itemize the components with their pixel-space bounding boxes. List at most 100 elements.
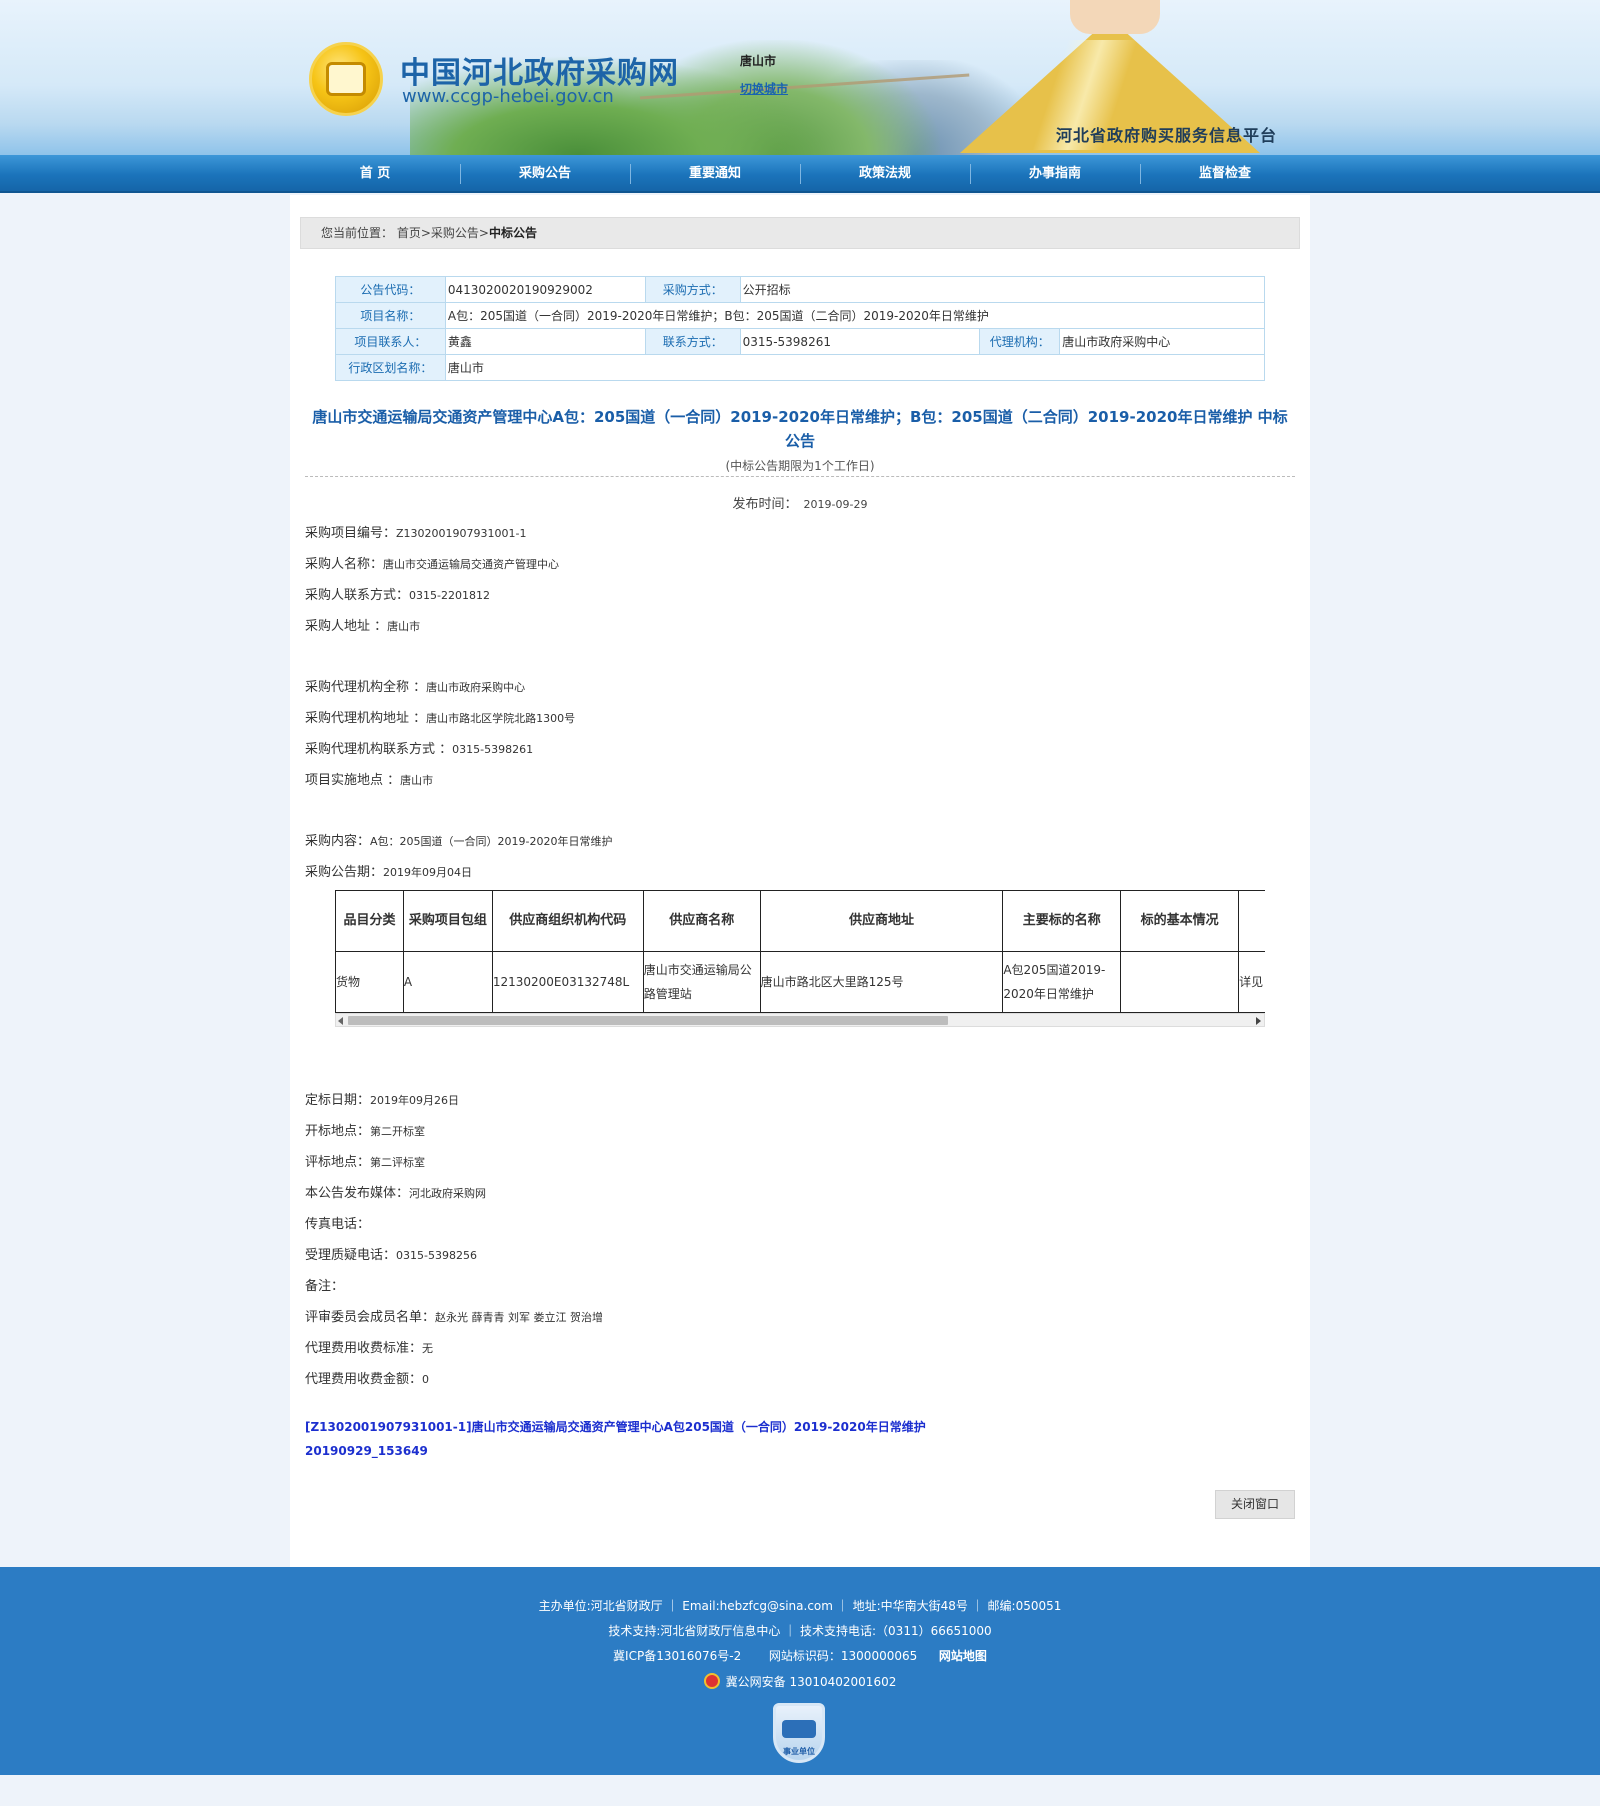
meta-contact: 黄鑫 (444, 328, 646, 355)
field-row: 采购公告期：2019年09月04日 (305, 857, 1295, 888)
field-row: 采购项目编号：Z1302001907931001-1 (305, 518, 1295, 549)
nav-procurement-notices[interactable]: 采购公告 (460, 155, 630, 193)
meta-agency: 唐山市政府采购中心 (1059, 328, 1265, 355)
field-value: 唐山市路北区学院北路1300号 (426, 712, 576, 725)
meta-label: 联系方式： (644, 328, 741, 355)
attachment-link-line2[interactable]: 20190929_153649 (305, 1439, 1295, 1463)
public-institution-badge[interactable]: 事业单位 (773, 1703, 825, 1763)
field-value: 2019年09月04日 (383, 866, 473, 879)
site-logo-emblem[interactable] (309, 42, 383, 116)
field-value: 唐山市 (387, 620, 421, 633)
table-header: 主要标的名称 (1002, 890, 1122, 952)
nav-guide[interactable]: 办事指南 (970, 155, 1140, 193)
horizontal-scrollbar[interactable] (335, 1013, 1265, 1027)
notice-period: (中标公告期限为1个工作日) (725, 459, 875, 473)
breadcrumb-current: 中标公告 (488, 226, 537, 240)
field-label: 评标地点： (305, 1155, 371, 1170)
meta-label: 行政区划名称： (335, 354, 446, 381)
police-badge-icon (703, 1673, 720, 1689)
field-label: 采购代理机构全称 ： (305, 680, 427, 695)
meta-region: 唐山市 (444, 354, 1266, 381)
site-url: www.ccgp-hebei.gov.cn (402, 86, 614, 107)
attachment-link[interactable]: [Z1302001907931001-1]唐山市交通运输局交通资产管理中心A包2… (305, 1415, 1295, 1463)
table-header: 品目分类 (335, 890, 404, 952)
field-value: 唐山市 (400, 774, 434, 787)
scroll-right-icon[interactable] (1256, 1017, 1261, 1025)
sitemap-link[interactable]: 网站地图 (939, 1649, 987, 1663)
meta-label: 项目联系人： (335, 328, 446, 355)
table-header: 供应商地址 (759, 890, 1004, 952)
field-label: 采购公告期： (305, 865, 384, 880)
icp-number[interactable]: 冀ICP备13016076号-2 (613, 1649, 741, 1663)
divider (305, 476, 1295, 477)
notice-title: 唐山市交通运输局交通资产管理中心A包：205国道（一合同）2019-2020年日… (312, 408, 1288, 450)
field-value: 第二评标室 (370, 1156, 426, 1169)
field-row: 项目实施地点 ：唐山市 (305, 765, 1295, 796)
meta-label: 采购方式： (644, 276, 741, 303)
meta-method: 公开招标 (739, 276, 1266, 303)
nav-policies[interactable]: 政策法规 (800, 155, 970, 193)
nav-supervision[interactable]: 监督检查 (1140, 155, 1310, 193)
table-header (1238, 890, 1265, 952)
field-row: 采购内容：A包：205国道（一合同）2019-2020年日常维护 (305, 826, 1295, 857)
field-label: 传真电话： (305, 1217, 371, 1232)
field-row: 采购代理机构地址 ：唐山市路北区学院北路1300号 (305, 703, 1295, 734)
field-label: 采购代理机构联系方式 ： (305, 742, 453, 757)
field-value: 唐山市政府采购中心 (426, 681, 526, 694)
table-cell: 货物 (335, 951, 404, 1013)
footer-police-line: 冀公网安备 13010402001602 (0, 1673, 1600, 1690)
nav-important-notices[interactable]: 重要通知 (630, 155, 800, 193)
nav-home[interactable]: 首 页 (290, 155, 460, 193)
field-label: 采购人名称： (305, 557, 384, 572)
field-row: 评标地点：第二评标室 (305, 1147, 1295, 1178)
field-label: 采购项目编号： (305, 526, 397, 541)
publish-time-label: 发布时间： (732, 497, 798, 512)
meta-phone: 0315-5398261 (739, 328, 981, 355)
field-value: Z1302001907931001-1 (396, 527, 527, 540)
badge-label: 事业单位 (783, 1747, 815, 1756)
field-row: 传真电话： (305, 1209, 1295, 1240)
table-cell: 详见 (1238, 951, 1265, 1013)
field-label: 采购内容： (305, 834, 371, 849)
field-value: 0315-5398256 (396, 1249, 477, 1262)
notice-meta-table: 公告代码： 0413020020190929002 采购方式： 公开招标 项目名… (335, 276, 1266, 381)
table-cell: A包205国道2019-2020年日常维护 (1002, 951, 1122, 1013)
award-table-scroll[interactable]: 品目分类 采购项目包组 供应商组织机构代码 供应商名称 供应商地址 主要标的名称… (335, 890, 1265, 1021)
field-row: 代理费用收费标准：无 (305, 1333, 1295, 1364)
table-row: 货物 A 12130200E03132748L 唐山市交通运输局公路管理站 唐山… (335, 951, 1265, 1013)
site-footer: 主办单位:河北省财政厅 ｜ Email:hebzfcg@sina.com ｜ 地… (0, 1567, 1600, 1775)
table-cell: A (402, 951, 493, 1013)
field-row: 采购人名称：唐山市交通运输局交通资产管理中心 (305, 549, 1295, 580)
switch-city-link[interactable]: 切换城市 (740, 80, 788, 97)
field-value: 唐山市交通运输局交通资产管理中心 (383, 558, 560, 571)
field-label: 评审委员会成员名单： (305, 1310, 436, 1325)
publish-time-value: 2019-09-29 (803, 498, 868, 511)
field-value: 0 (422, 1373, 430, 1386)
field-label: 代理费用收费金额： (305, 1372, 423, 1387)
field-row: 备注： (305, 1271, 1295, 1302)
field-row: 受理质疑电话：0315-5398256 (305, 1240, 1295, 1271)
close-window-button[interactable]: 关闭窗口 (1215, 1490, 1295, 1519)
footer-icp-line: 冀ICP备13016076号-2 网站标识码：1300000065 网站地图 (0, 1647, 1600, 1664)
field-label: 采购人联系方式： (305, 588, 410, 603)
field-row: 开标地点：第二开标室 (305, 1116, 1295, 1147)
meta-project-name: A包：205国道（一合同）2019-2020年日常维护；B包：205国道（二合同… (444, 302, 1266, 329)
publish-time: 发布时间： 2019-09-29 (305, 493, 1295, 512)
meta-notice-code: 0413020020190929002 (444, 276, 646, 303)
footer-support-line: 技术支持:河北省财政厅信息中心 ｜ 技术支持电话:（0311）66651000 (608, 1624, 992, 1638)
table-cell: 唐山市路北区大里路125号 (759, 951, 1004, 1013)
meta-label: 代理机构： (979, 328, 1061, 355)
scroll-left-icon[interactable] (338, 1017, 343, 1025)
field-row: 采购代理机构联系方式 ：0315-5398261 (305, 734, 1295, 765)
main-content: 您当前位置： 首页>采购公告>中标公告 公告代码： 04130200201909… (290, 195, 1310, 1567)
field-row: 定标日期：2019年09月26日 (305, 1085, 1295, 1116)
attachment-link-line1[interactable]: [Z1302001907931001-1]唐山市交通运输局交通资产管理中心A包2… (305, 1415, 1295, 1439)
table-header: 标的基本情况 (1120, 890, 1240, 952)
site-id: 网站标识码：1300000065 (768, 1649, 918, 1663)
field-label: 受理质疑电话： (305, 1248, 397, 1263)
platform-title: 河北省政府购买服务信息平台 (1056, 126, 1278, 145)
breadcrumb-path[interactable]: 首页>采购公告> (397, 226, 489, 240)
police-record[interactable]: 冀公网安备 13010402001602 (726, 1675, 897, 1689)
field-spacer (305, 796, 1295, 826)
scroll-thumb[interactable] (348, 1016, 948, 1025)
